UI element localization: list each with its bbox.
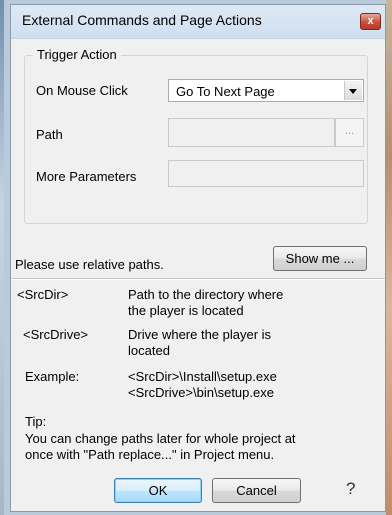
path-field[interactable] — [168, 118, 335, 147]
chevron-down-icon[interactable] — [344, 81, 362, 100]
cancel-button[interactable]: Cancel — [212, 478, 301, 503]
srcdrive-token: <SrcDrive> — [23, 327, 89, 342]
path-label: Path — [36, 127, 63, 142]
srcdir-description-line-2: the player is located — [128, 303, 244, 318]
srcdir-description-line-1: Path to the directory where — [128, 287, 284, 302]
help-icon[interactable]: ? — [346, 479, 355, 499]
example-label: Example: — [25, 369, 80, 384]
tip-text-line-1: You can change paths later for whole pro… — [25, 431, 296, 446]
tip-text-line-2: once with "Path replace..." in Project m… — [25, 447, 275, 462]
on-mouse-click-dropdown[interactable]: Go To Next Page — [168, 79, 364, 102]
browse-path-button[interactable]: ... — [335, 118, 364, 147]
srcdrive-description-line-2: located — [128, 343, 170, 358]
close-icon: x — [367, 15, 374, 27]
browse-button-label: ... — [344, 125, 355, 137]
title-bar[interactable]: External Commands and Page Actions x — [11, 5, 385, 39]
trigger-action-group: Trigger Action On Mouse Click Go To Next… — [24, 47, 368, 224]
relative-paths-note: Please use relative paths. — [15, 257, 164, 272]
trigger-action-group-title: Trigger Action — [33, 47, 121, 62]
section-divider — [11, 278, 385, 280]
srcdrive-description: Drive where the player is located — [128, 327, 271, 359]
dialog-window: External Commands and Page Actions x Tri… — [10, 4, 386, 512]
window-title: External Commands and Page Actions — [22, 12, 262, 28]
ok-button[interactable]: OK — [114, 478, 202, 503]
close-button[interactable]: x — [360, 13, 381, 30]
background-right-edge — [386, 0, 392, 515]
example-paths: <SrcDir>\Install\setup.exe <SrcDrive>\bi… — [128, 369, 277, 401]
on-mouse-click-label: On Mouse Click — [36, 83, 128, 98]
example-path-1: <SrcDir>\Install\setup.exe — [128, 369, 277, 384]
ok-button-label: OK — [148, 483, 168, 498]
background-left-edge — [0, 0, 4, 515]
example-path-2: <SrcDrive>\bin\setup.exe — [128, 385, 274, 400]
srcdrive-description-line-1: Drive where the player is — [128, 327, 272, 342]
tip-text: You can change paths later for whole pro… — [25, 431, 296, 463]
show-me-button-label: Show me ... — [285, 251, 355, 266]
srcdir-description: Path to the directory where the player i… — [128, 287, 283, 319]
tip-label: Tip: — [25, 414, 47, 429]
show-me-button[interactable]: Show me ... — [273, 246, 367, 271]
more-parameters-label: More Parameters — [36, 169, 137, 184]
on-mouse-click-selected-value: Go To Next Page — [176, 84, 275, 99]
srcdir-token: <SrcDir> — [17, 287, 69, 302]
more-parameters-field[interactable] — [168, 160, 364, 187]
cancel-button-label: Cancel — [236, 483, 277, 498]
dialog-body: Trigger Action On Mouse Click Go To Next… — [11, 39, 385, 511]
